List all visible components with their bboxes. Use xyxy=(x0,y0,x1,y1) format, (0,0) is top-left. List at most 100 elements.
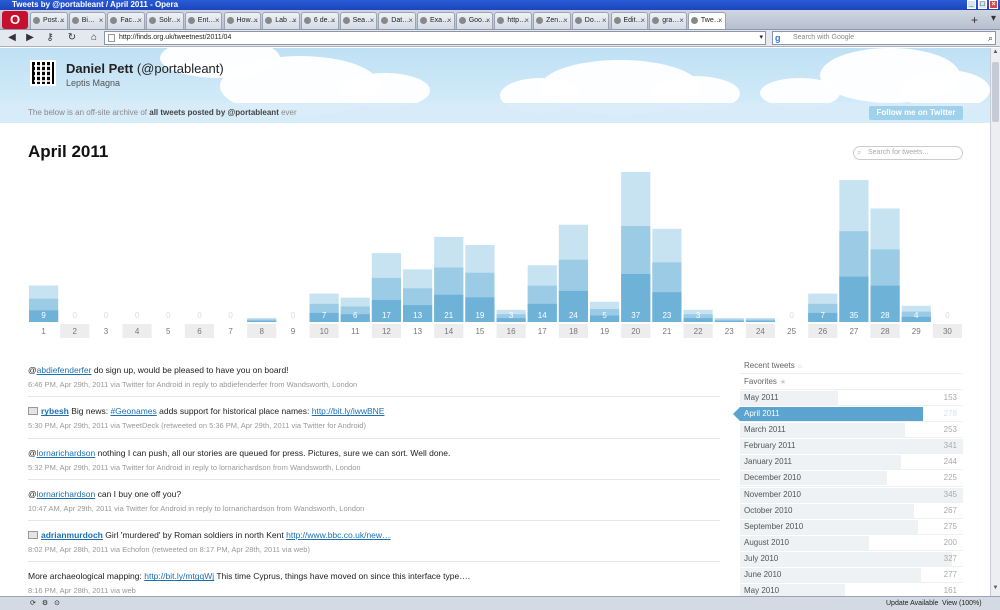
browser-tab[interactable]: Post… × xyxy=(30,12,68,29)
day-tick-label[interactable]: 25 xyxy=(787,327,796,336)
follow-me-button[interactable]: Follow me on Twitter xyxy=(869,106,963,120)
tweet-search-input[interactable]: ⌕ Search for tweets... xyxy=(853,146,963,160)
close-tab-icon[interactable]: × xyxy=(292,13,297,28)
tweet-link[interactable]: lornarichardson xyxy=(37,489,96,499)
browser-tab[interactable]: Edit… × xyxy=(610,12,649,29)
browser-tab[interactable]: Fac… × xyxy=(107,12,146,29)
close-tab-icon[interactable]: × xyxy=(331,13,336,28)
month-link[interactable]: March 2011 253 xyxy=(740,422,963,439)
month-link[interactable]: September 2010 275 xyxy=(740,519,963,535)
tweet-link[interactable]: http://bit.ly/iwwBNE xyxy=(312,406,385,416)
browser-tab[interactable]: Sea… × xyxy=(339,12,378,29)
day-tick-label[interactable]: 28 xyxy=(881,327,890,336)
close-tab-icon[interactable]: × xyxy=(563,13,568,28)
browser-tab[interactable]: Twe… × xyxy=(687,12,726,29)
close-tab-icon[interactable]: × xyxy=(486,13,491,28)
browser-tab[interactable]: Exa… × xyxy=(417,12,455,29)
browser-tab[interactable]: How… × xyxy=(223,12,262,29)
day-tick-label[interactable]: 3 xyxy=(104,327,109,336)
close-window-button[interactable]: × xyxy=(989,0,998,9)
day-tick-label[interactable]: 21 xyxy=(662,327,671,336)
wand-icon[interactable]: ⚷ xyxy=(42,31,58,45)
back-icon[interactable]: ◀ xyxy=(4,31,20,45)
tweet-link[interactable]: lornarichardson xyxy=(37,448,96,458)
retweet-user-link[interactable]: rybesh xyxy=(41,406,69,416)
close-tab-icon[interactable]: × xyxy=(602,13,607,28)
day-tick-label[interactable]: 10 xyxy=(320,327,329,336)
month-link[interactable]: April 2011 278 xyxy=(733,406,963,423)
browser-tab[interactable]: Dat… × xyxy=(378,12,416,29)
day-tick-label[interactable]: 19 xyxy=(600,327,609,336)
new-tab-button[interactable]: + xyxy=(971,13,978,27)
close-tab-icon[interactable]: × xyxy=(254,13,259,28)
browser-tab[interactable]: Bi… × xyxy=(68,12,107,29)
reload-icon[interactable]: ↻ xyxy=(64,31,80,45)
close-tab-icon[interactable]: × xyxy=(99,13,104,28)
close-tab-icon[interactable]: × xyxy=(60,13,65,28)
home-icon[interactable]: ⌂ xyxy=(86,31,102,45)
day-tick-label[interactable]: 24 xyxy=(756,327,765,336)
retweet-user-link[interactable]: adrianmurdoch xyxy=(41,530,103,540)
vertical-scrollbar[interactable]: ▲ ▼ xyxy=(990,48,1000,596)
close-tab-icon[interactable]: × xyxy=(641,13,646,28)
tweet-link[interactable]: abdiefenderfer xyxy=(37,365,92,375)
month-link[interactable]: May 2011 153 xyxy=(740,390,963,407)
scrollbar-thumb[interactable] xyxy=(992,62,999,122)
day-tick-label[interactable]: 6 xyxy=(197,327,202,336)
day-tick-label[interactable]: 29 xyxy=(912,327,921,336)
day-tick-label[interactable]: 2 xyxy=(73,327,78,336)
day-tick-label[interactable]: 1 xyxy=(41,327,46,336)
close-tab-icon[interactable]: × xyxy=(524,13,529,28)
day-tick-label[interactable]: 22 xyxy=(694,327,703,336)
url-dropdown-icon[interactable]: ▾ xyxy=(759,32,763,44)
day-tick-label[interactable]: 27 xyxy=(849,327,858,336)
day-tick-label[interactable]: 7 xyxy=(228,327,233,336)
browser-tab[interactable]: Zen… × xyxy=(533,12,571,29)
day-tick-label[interactable]: 26 xyxy=(818,327,827,336)
browser-tab[interactable]: gra… × xyxy=(649,12,687,29)
close-tab-icon[interactable]: × xyxy=(408,13,413,28)
tweet-link[interactable]: http://www.bbc.co.uk/new… xyxy=(286,530,390,540)
month-link[interactable]: December 2010 225 xyxy=(740,470,963,487)
browser-tab[interactable]: Goo… × xyxy=(455,12,494,29)
month-link[interactable]: November 2010 345 xyxy=(740,487,963,503)
close-tab-icon[interactable]: × xyxy=(370,13,375,28)
month-link[interactable]: July 2010 327 xyxy=(740,551,963,568)
tab-list-icon[interactable]: ▾ xyxy=(991,13,996,24)
month-link[interactable]: June 2010 277 xyxy=(740,567,963,584)
scroll-up-icon[interactable]: ▲ xyxy=(991,49,1000,59)
day-tick-label[interactable]: 30 xyxy=(943,327,952,336)
recent-tweets-link[interactable]: Recent tweets ⌂ xyxy=(740,358,963,374)
tweet-link[interactable]: #Geonames xyxy=(110,406,156,416)
close-tab-icon[interactable]: × xyxy=(447,13,452,28)
day-tick-label[interactable]: 17 xyxy=(538,327,547,336)
day-tick-label[interactable]: 9 xyxy=(291,327,296,336)
close-tab-icon[interactable]: × xyxy=(718,13,723,28)
month-link[interactable]: August 2010 200 xyxy=(740,535,963,551)
browser-tab[interactable]: Ent… × xyxy=(184,12,223,29)
close-tab-icon[interactable]: × xyxy=(137,13,142,28)
day-tick-label[interactable]: 15 xyxy=(475,327,484,336)
day-tick-label[interactable]: 18 xyxy=(569,327,578,336)
close-tab-icon[interactable]: × xyxy=(679,13,684,28)
day-tick-label[interactable]: 4 xyxy=(135,327,140,336)
day-tick-label[interactable]: 23 xyxy=(725,327,734,336)
month-link[interactable]: May 2010 161 xyxy=(740,583,963,596)
day-tick-label[interactable]: 12 xyxy=(382,327,391,336)
day-tick-label[interactable]: 13 xyxy=(413,327,422,336)
address-field[interactable]: http://finds.org.uk/tweetnest/2011/04 ▾ xyxy=(104,31,766,45)
month-link[interactable]: February 2011 341 xyxy=(740,438,963,455)
search-field[interactable]: g Search with Google ⌕ xyxy=(772,31,996,45)
close-tab-icon[interactable]: × xyxy=(176,13,181,28)
update-available-label[interactable]: Update Available xyxy=(886,597,938,610)
browser-tab[interactable]: http… × xyxy=(494,12,533,29)
browser-tab[interactable]: Solr… × xyxy=(146,12,184,29)
day-tick-label[interactable]: 20 xyxy=(631,327,640,336)
browser-tab[interactable]: Lab … × xyxy=(262,12,300,29)
day-tick-label[interactable]: 5 xyxy=(166,327,171,336)
browser-tab[interactable]: Do… × xyxy=(571,12,610,29)
month-link[interactable]: January 2011 244 xyxy=(740,454,963,471)
zoom-level[interactable]: View (100%) xyxy=(942,597,982,610)
close-tab-icon[interactable]: × xyxy=(215,13,220,28)
share-icon[interactable]: ⚙ xyxy=(42,600,54,607)
